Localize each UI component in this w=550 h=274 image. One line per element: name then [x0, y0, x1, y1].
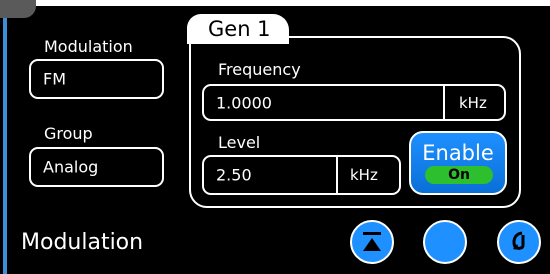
group-label: Group: [44, 124, 93, 143]
instrument-screen: Modulation FM Group Analog Gen 1 Frequen…: [0, 0, 550, 274]
frequency-unit-divider: [443, 86, 445, 119]
level-unit-divider: [336, 157, 338, 193]
level-label: Level: [218, 133, 261, 152]
page-title: Modulation: [21, 230, 144, 255]
level-field[interactable]: 2.50 kHz: [202, 155, 401, 195]
level-unit: kHz: [350, 166, 378, 184]
enable-label: Enable: [422, 141, 494, 165]
left-frame-border: [3, 18, 7, 274]
enable-button[interactable]: Enable On: [409, 131, 507, 195]
frequency-value: 1.0000: [216, 93, 272, 112]
enable-state-indicator: On: [425, 166, 493, 184]
return-button[interactable]: [497, 220, 541, 264]
return-icon: [512, 231, 525, 250]
blank-action-button[interactable]: [423, 220, 467, 264]
frequency-label: Frequency: [218, 60, 301, 79]
group-value: Analog: [43, 157, 99, 177]
group-select[interactable]: Analog: [29, 147, 164, 187]
top-bezel: [0, 0, 550, 6]
frequency-field[interactable]: 1.0000 kHz: [202, 84, 506, 121]
corner-tab: [0, 0, 36, 18]
generator-tab-title: Gen 1: [208, 17, 271, 41]
level-value: 2.50: [216, 165, 252, 185]
modulation-label: Modulation: [44, 37, 133, 56]
collapse-icon: [363, 232, 381, 251]
frequency-unit: kHz: [459, 93, 487, 112]
modulation-select[interactable]: FM: [29, 59, 164, 99]
collapse-button[interactable]: [350, 220, 394, 264]
modulation-value: FM: [43, 69, 67, 89]
